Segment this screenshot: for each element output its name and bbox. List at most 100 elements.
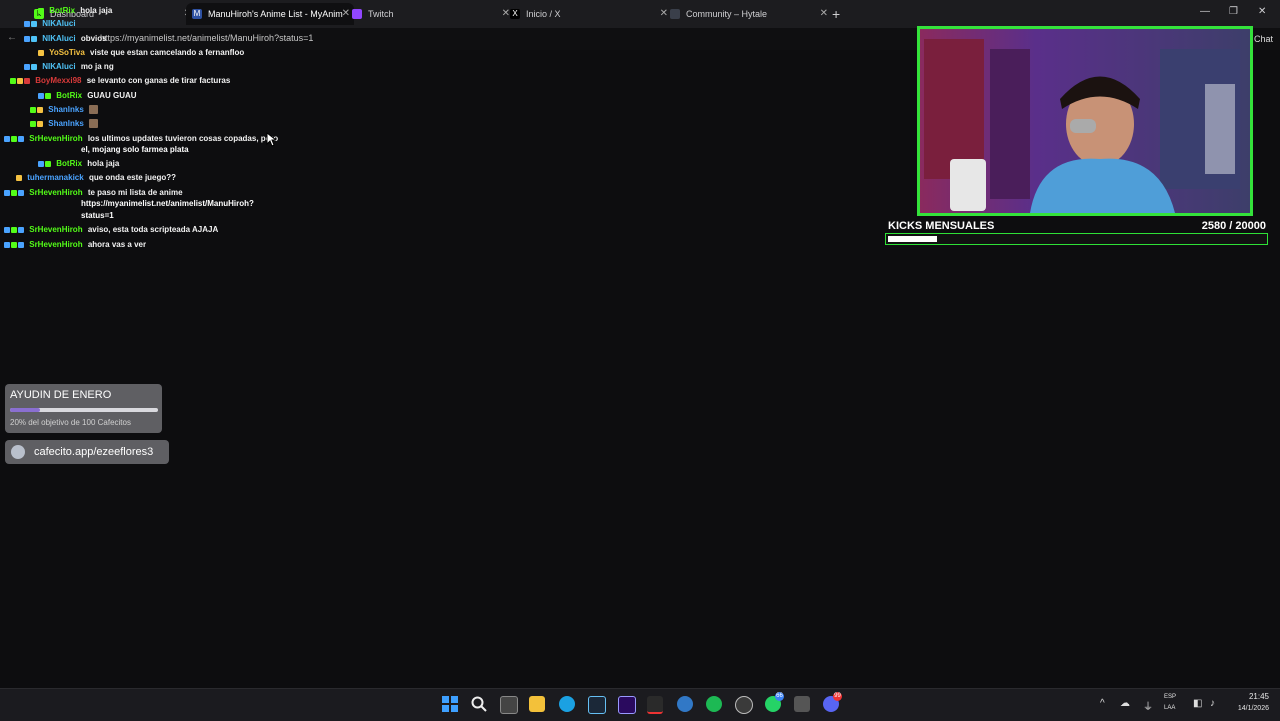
chat-text-continued: status=1: [81, 211, 114, 220]
tab-myanimelist[interactable]: M ManuHiroh's Anime List - MyAnim ✕: [186, 3, 354, 25]
chat-text-continued[interactable]: https://myanimelist.net/animelist/ManuHi…: [81, 198, 254, 209]
chat-message: BoyMexxi98 se levanto con ganas de tirar…: [10, 75, 230, 86]
new-tab-plus-icon[interactable]: +: [832, 6, 840, 22]
task-view-icon[interactable]: [500, 696, 518, 714]
user-badges: [4, 187, 25, 198]
browser-tab-bar: k Dashboard ✕ M ManuHiroh's Anime List -…: [0, 0, 1280, 28]
search-icon[interactable]: [471, 696, 487, 712]
kicks-progress-fill: [888, 236, 937, 242]
chat-message: BotRix hola jaja: [38, 158, 119, 169]
chat-text: los ultimos updates tuvieron cosas copad…: [87, 134, 279, 143]
tab-label: Community – Hytale: [686, 9, 768, 19]
language-indicator[interactable]: ESP: [1164, 694, 1176, 700]
maximize-icon[interactable]: ❐: [1229, 6, 1238, 17]
chat-username: SrHevenHiroh: [29, 240, 83, 249]
windows-start-icon[interactable]: [442, 696, 458, 712]
chat-message: SrHevenHiroh los ultimos updates tuviero…: [4, 133, 278, 144]
chat-username: NIKAluci: [42, 19, 76, 28]
chat-message: SrHevenHiroh ahora vas a ver: [4, 239, 146, 250]
user-badges: [38, 47, 45, 58]
donation-progress-bar: [10, 408, 158, 412]
chevron-up-icon[interactable]: ^: [1100, 698, 1105, 709]
chat-message: BotRix GUAU GUAU: [38, 90, 137, 101]
minimize-icon[interactable]: —: [1200, 6, 1210, 17]
volume-icon[interactable]: ♪: [1210, 698, 1215, 709]
user-badges: [24, 61, 38, 72]
chat-username: NIKAluci: [42, 34, 76, 43]
chat-text: se levanto con ganas de tirar facturas: [86, 76, 231, 85]
myanimelist-favicon-icon: M: [192, 9, 202, 19]
spotify-icon[interactable]: [706, 696, 722, 712]
chat-text: hola jaja: [80, 6, 113, 15]
chat-username: Shanlnks: [48, 105, 84, 114]
chat-username: YoSoTiva: [49, 48, 85, 57]
user-badges: [4, 133, 25, 144]
user-badges: [38, 158, 52, 169]
cafecito-logo-icon: [11, 445, 25, 459]
user-badges: [24, 33, 38, 44]
emote-icon: [89, 119, 99, 129]
chat-username: SrHevenHiroh: [29, 188, 83, 197]
user-badges: [38, 5, 45, 16]
microphone-icon[interactable]: ⏚: [1143, 698, 1153, 713]
windows-taskbar: [0, 688, 1280, 721]
chat-message: BotRix hola jaja: [38, 5, 112, 16]
cloud-sync-icon[interactable]: ☁: [1120, 698, 1130, 709]
obs-app-icon[interactable]: [647, 696, 663, 714]
emote-icon: [89, 105, 99, 115]
tab-x[interactable]: X Inicio / X ✕: [504, 3, 672, 25]
donation-progress-fill: [10, 408, 40, 412]
donation-goal-title: AYUDIN DE ENERO: [10, 389, 112, 401]
chat-message: YoSoTiva viste que estan camcelando a fe…: [38, 47, 244, 58]
user-badges: [24, 18, 38, 29]
tab-hytale[interactable]: Community – Hytale ✕: [664, 3, 832, 25]
chat-message: NIKAluci obvios: [24, 33, 107, 44]
chat-message: SrHevenHiroh te paso mi lista de anime: [4, 187, 183, 198]
browser-app-icon[interactable]: [677, 696, 693, 712]
close-icon[interactable]: ✕: [820, 3, 828, 25]
chat-username: BotRix: [56, 91, 83, 100]
clock-date[interactable]: 14/1/2026: [1223, 705, 1269, 712]
chat-message: Shanlnks: [30, 118, 99, 129]
chat-username: NIKAluci: [42, 62, 76, 71]
chat-link[interactable]: Chat: [1254, 34, 1273, 44]
tab-twitch[interactable]: Twitch ✕: [346, 3, 514, 25]
chat-username: BotRix: [56, 159, 83, 168]
back-arrow-icon[interactable]: ←: [7, 32, 17, 43]
user-badges: [30, 118, 44, 129]
github-icon[interactable]: [735, 696, 753, 714]
file-explorer-icon[interactable]: [529, 696, 545, 712]
chat-username: SrHevenHiroh: [29, 225, 83, 234]
kicks-goal-title: KICKS MENSUALES: [888, 220, 995, 232]
clock-time[interactable]: 21:45: [1243, 692, 1269, 701]
chat-text: mo ja ng: [80, 62, 114, 71]
url-field[interactable]: https://myanimelist.net/animelist/ManuHi…: [100, 33, 313, 43]
tab-label: Inicio / X: [526, 9, 561, 19]
user-badges: [30, 104, 44, 115]
keyboard-layout-indicator[interactable]: LAA: [1164, 705, 1175, 711]
user-badges: [10, 75, 31, 86]
premiere-pro-icon[interactable]: [618, 696, 636, 714]
window-close-icon[interactable]: ✕: [1258, 6, 1266, 17]
edge-browser-icon[interactable]: [559, 696, 575, 712]
mouse-cursor-icon: [266, 132, 276, 147]
chat-username: SrHevenHiroh: [29, 134, 83, 143]
tab-label: ManuHiroh's Anime List - MyAnim: [208, 9, 343, 19]
chat-text: viste que estan camcelando a fernanfloo: [90, 48, 245, 57]
network-icon[interactable]: ◧: [1193, 698, 1202, 709]
user-badges: [4, 224, 25, 235]
user-badges: [16, 172, 23, 183]
x-favicon-icon: X: [510, 9, 520, 19]
steam-icon[interactable]: [588, 696, 606, 714]
whatsapp-badge: 66: [775, 692, 784, 701]
app-icon[interactable]: [794, 696, 810, 712]
chat-text-continued: el, mojang solo farmea plata: [81, 145, 189, 154]
discord-badge: 99: [833, 692, 842, 701]
chat-username: BotRix: [49, 6, 76, 15]
chat-text: ahora vas a ver: [87, 240, 147, 249]
twitch-favicon-icon: [352, 9, 362, 19]
chat-text: que onda este juego??: [88, 173, 177, 182]
chat-message: NIKAluci: [24, 18, 79, 29]
chat-message: Shanlnks: [30, 104, 99, 115]
cafecito-link[interactable]: cafecito.app/ezeeflores3: [34, 446, 153, 458]
